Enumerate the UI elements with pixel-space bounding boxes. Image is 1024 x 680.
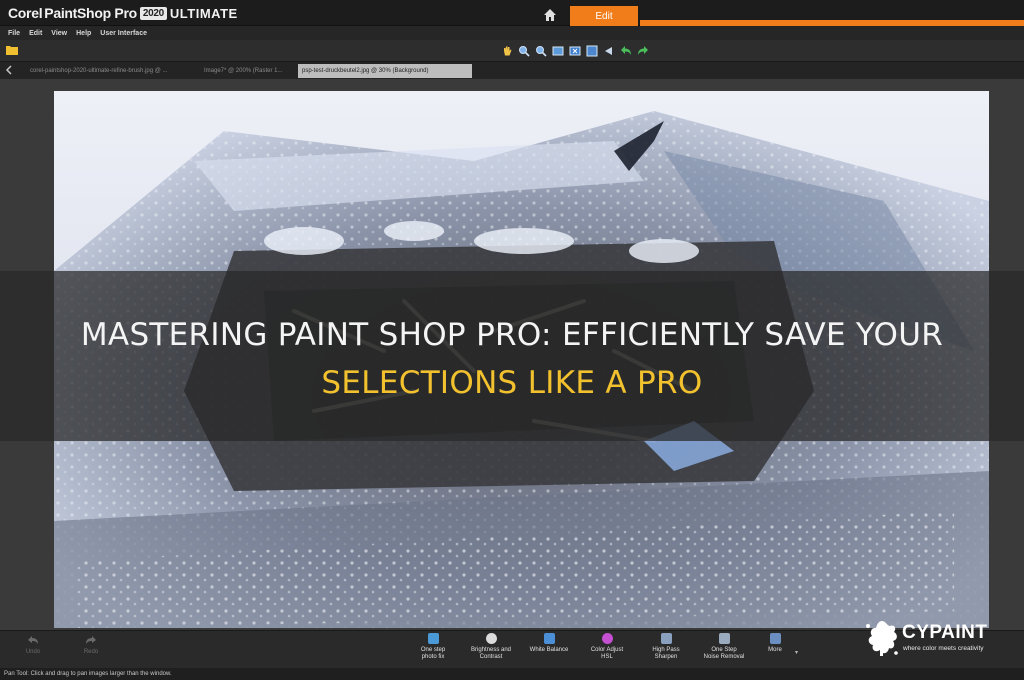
paint-splash-icon	[866, 621, 898, 656]
redo-button[interactable]: Redo	[76, 635, 106, 655]
cypaint-watermark: CYPAINT where color meets creativity	[864, 616, 1014, 660]
redo-arrow-tool[interactable]	[636, 44, 649, 57]
menu-help[interactable]: Help	[76, 30, 91, 37]
effect-more[interactable]: More	[750, 633, 800, 654]
effect-label: Sharpen	[654, 654, 678, 660]
toolbar	[0, 40, 1024, 62]
fit-window-icon	[552, 46, 563, 55]
actual-size-tool[interactable]	[568, 44, 581, 57]
effect-one-step-photo-fix[interactable]: One step photo fix	[407, 633, 459, 661]
menu-bar: File Edit View Help User Interface	[0, 26, 1024, 40]
effect-label: Contrast	[479, 654, 503, 660]
pan-icon	[503, 46, 511, 55]
effect-label: Color Adjust	[590, 647, 624, 653]
zoom-in-icon	[518, 45, 530, 57]
fit-window-tool[interactable]	[551, 44, 564, 57]
color-wheel-icon	[601, 633, 613, 644]
paintshop-window: Corel PaintShop Pro 2020 ULTIMATE Edit F…	[0, 0, 1024, 680]
status-bar: Pan Tool: Click and drag to pan images l…	[0, 668, 1024, 680]
logo-brand: Corel	[8, 5, 43, 21]
menu-edit[interactable]: Edit	[29, 30, 42, 37]
menu-user-interface[interactable]: User Interface	[100, 30, 147, 37]
zoom-in-tool[interactable]	[517, 44, 530, 57]
watermark-tagline: where color meets creativity	[903, 645, 984, 652]
pan-tool[interactable]	[500, 44, 513, 57]
zoom-out-icon	[535, 45, 547, 57]
fit-screen-tool[interactable]	[585, 44, 598, 57]
logo-edition: ULTIMATE	[169, 5, 238, 21]
noise-removal-icon	[718, 633, 730, 644]
effect-label: White Balance	[529, 647, 569, 653]
redo-icon	[86, 636, 96, 644]
doc-tab-active[interactable]: psp-test-druckbeutel2.jpg @ 30% (Backgro…	[298, 64, 472, 78]
chevron-left-icon[interactable]	[4, 65, 14, 75]
effect-label: Brightness and	[470, 647, 512, 653]
headline-banner	[0, 271, 1024, 441]
effect-label: High Pass	[652, 647, 680, 653]
home-icon	[544, 9, 556, 21]
undo-arrow-tool[interactable]	[619, 44, 632, 57]
toolbar-tools	[500, 44, 649, 57]
undo-arrow-icon	[620, 45, 631, 55]
logo-version: 2020	[139, 6, 167, 20]
document-tabs: corel-paintshop-2020-ultimate-refine-bru…	[0, 62, 1024, 79]
prev-image-icon	[604, 46, 612, 55]
effect-label: More	[768, 647, 782, 653]
zoom-out-tool[interactable]	[534, 44, 547, 57]
doc-tab-1[interactable]: corel-paintshop-2020-ultimate-refine-bru…	[26, 64, 198, 78]
effect-label: HSL	[601, 654, 613, 660]
watermark-name: CYPAINT	[902, 622, 988, 643]
brightness-icon	[485, 633, 497, 644]
effect-label: One Step	[711, 647, 737, 653]
doc-tab-2[interactable]: Image7* @ 200% (Raster 1...	[200, 64, 296, 78]
effect-color-adjust-hsl[interactable]: Color Adjust HSL	[581, 633, 633, 661]
effect-label: Noise Removal	[703, 654, 745, 660]
effect-high-pass-sharpen[interactable]: High Pass Sharpen	[640, 633, 692, 661]
effect-label: One step	[420, 647, 446, 653]
prev-image-tool[interactable]	[602, 44, 615, 57]
more-caret-icon[interactable]: ▾	[795, 649, 798, 656]
white-balance-icon	[543, 633, 555, 644]
menu-view[interactable]: View	[51, 30, 67, 37]
redo-arrow-icon	[637, 45, 648, 55]
app-logo: Corel PaintShop Pro 2020 ULTIMATE	[8, 4, 238, 22]
undo-button[interactable]: Undo	[18, 635, 48, 655]
headline-line-2: SELECTIONS LIKE A PRO	[321, 365, 703, 401]
title-bar: Corel PaintShop Pro 2020 ULTIMATE Edit	[0, 0, 1024, 26]
effect-white-balance[interactable]: White Balance	[523, 633, 575, 654]
effect-label: photo fix	[421, 654, 445, 660]
menu-file[interactable]: File	[8, 30, 20, 37]
home-tab[interactable]	[532, 4, 568, 26]
headline-line-1: MASTERING PAINT SHOP PRO: EFFICIENTLY SA…	[80, 317, 944, 353]
photo-fix-icon	[427, 633, 439, 644]
folder-icon[interactable]	[6, 45, 18, 55]
undo-icon	[28, 636, 38, 644]
effect-noise-removal[interactable]: One Step Noise Removal	[698, 633, 750, 661]
logo-product: PaintShop Pro	[44, 5, 137, 21]
edit-tab[interactable]: Edit	[570, 6, 638, 26]
actual-size-icon	[569, 46, 580, 55]
redo-label: Redo	[83, 649, 99, 655]
effect-brightness-contrast[interactable]: Brightness and Contrast	[465, 633, 517, 661]
fit-screen-icon	[586, 45, 597, 56]
sharpen-icon	[660, 633, 672, 644]
more-effects-icon	[769, 633, 781, 644]
undo-label: Undo	[25, 649, 41, 655]
